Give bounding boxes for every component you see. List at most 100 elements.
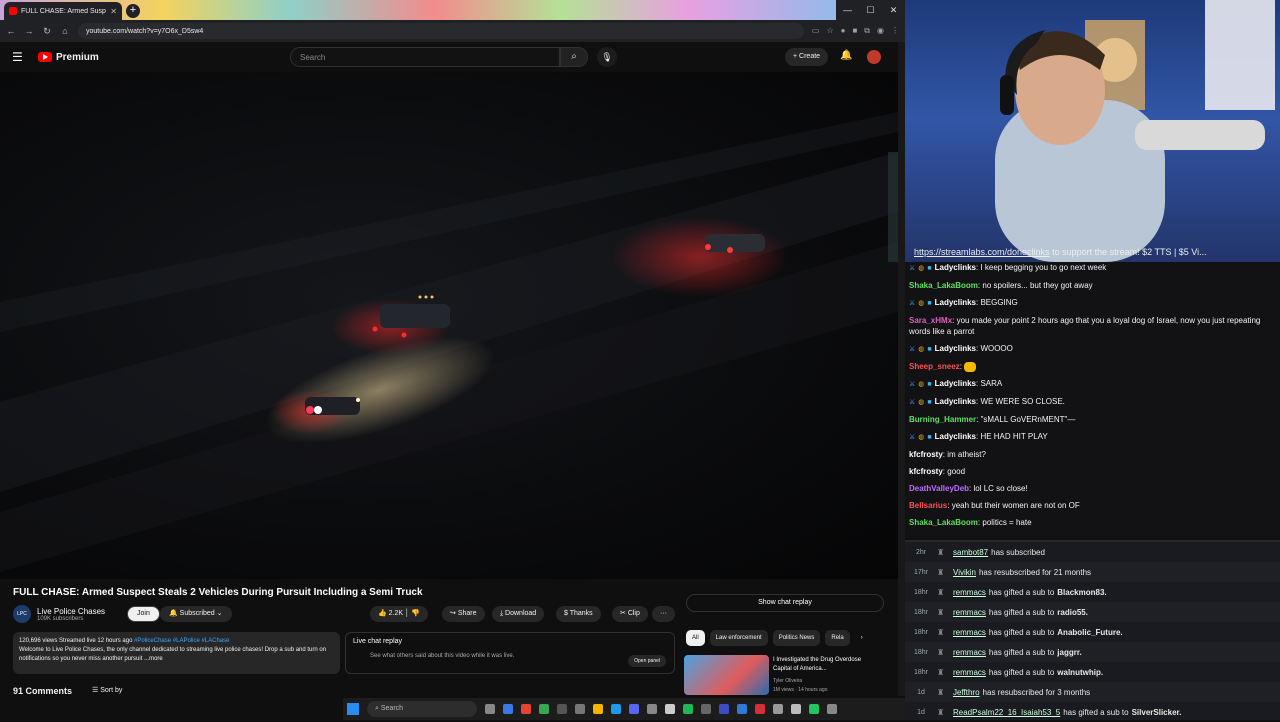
reload-icon[interactable]: ↻ bbox=[42, 26, 52, 37]
channel-name[interactable]: Live Police Chases bbox=[37, 607, 105, 616]
task-view-icon[interactable] bbox=[485, 704, 495, 714]
app-icon[interactable] bbox=[647, 704, 657, 714]
subscribed-button[interactable]: 🔔 Subscribed ⌄ bbox=[160, 606, 232, 622]
chat-username[interactable]: kfcfrosty bbox=[909, 450, 943, 459]
chat-username[interactable]: Ladyclinks bbox=[935, 344, 976, 353]
edge-icon[interactable] bbox=[503, 704, 513, 714]
maximize-icon[interactable]: ☐ bbox=[859, 0, 882, 20]
chat-username[interactable]: DeathValleyDeb bbox=[909, 484, 969, 493]
activity-user[interactable]: remmacs bbox=[953, 608, 986, 617]
recommended-thumbnail[interactable] bbox=[684, 655, 769, 695]
channel-info[interactable]: LPC Live Police Chases 109K subscribers bbox=[13, 605, 105, 623]
chat-username[interactable]: kfcfrosty bbox=[909, 467, 943, 476]
browser-menu-icon[interactable]: ⋮ bbox=[891, 26, 899, 36]
open-panel-button[interactable]: Open panel bbox=[628, 655, 666, 667]
extension-icon[interactable]: ● bbox=[841, 26, 846, 36]
taskbar-search[interactable]: ⌕ Search bbox=[367, 701, 477, 717]
activity-user[interactable]: sambot87 bbox=[953, 548, 988, 557]
sort-by-button[interactable]: ☰ Sort by bbox=[92, 686, 122, 694]
back-icon[interactable]: ← bbox=[6, 26, 16, 36]
profile-icon[interactable]: ◉ bbox=[877, 26, 884, 36]
channel-avatar[interactable]: LPC bbox=[13, 605, 31, 623]
chat-username[interactable]: Sara_xHMx bbox=[909, 316, 952, 325]
chip-related[interactable]: Rela bbox=[825, 630, 850, 646]
extension-icon[interactable]: ■ bbox=[852, 26, 857, 36]
app-icon[interactable] bbox=[719, 704, 729, 714]
search-icon[interactable]: ⌕ bbox=[560, 47, 588, 67]
video-player[interactable] bbox=[0, 72, 898, 579]
app-icon[interactable] bbox=[755, 704, 765, 714]
ticker-link[interactable]: https://streamlabs.com/doneclinks bbox=[914, 247, 1050, 257]
file-explorer-icon[interactable] bbox=[593, 704, 603, 714]
close-tab-icon[interactable]: ✕ bbox=[110, 7, 117, 16]
bookmark-star-icon[interactable]: ☆ bbox=[826, 26, 833, 36]
join-button[interactable]: Join bbox=[127, 606, 160, 622]
chrome-icon[interactable] bbox=[521, 704, 531, 714]
chat-username[interactable]: Burning_Hammer bbox=[909, 415, 976, 424]
activity-user[interactable]: remmacs bbox=[953, 668, 986, 677]
account-avatar[interactable] bbox=[867, 50, 881, 64]
youtube-logo[interactable]: Premium bbox=[38, 52, 99, 63]
activity-user[interactable]: remmacs bbox=[953, 588, 986, 597]
more-link[interactable]: ...more bbox=[144, 656, 163, 662]
app-icon[interactable] bbox=[665, 704, 675, 714]
activity-user[interactable]: Jeffthro bbox=[953, 688, 980, 697]
app-icon[interactable] bbox=[827, 704, 837, 714]
clip-button[interactable]: ✂ Clip bbox=[612, 606, 648, 622]
hamburger-menu-icon[interactable]: ☰ bbox=[12, 50, 32, 64]
thanks-button[interactable]: $ Thanks bbox=[556, 606, 601, 622]
chat-username[interactable]: Bellsarius bbox=[909, 501, 947, 510]
app-icon[interactable] bbox=[701, 704, 711, 714]
home-icon[interactable]: ⌂ bbox=[60, 26, 70, 36]
chip-law-enforcement[interactable]: Law enforcement bbox=[709, 630, 768, 646]
activity-user[interactable]: remmacs bbox=[953, 648, 986, 657]
app-icon[interactable] bbox=[773, 704, 783, 714]
like-button[interactable]: 👍 2.2K │ 👎 bbox=[370, 606, 429, 622]
chat-username[interactable]: Shaka_LakaBoom bbox=[909, 281, 978, 290]
puzzle-icon[interactable]: ⧉ bbox=[864, 26, 870, 36]
more-actions-button[interactable]: ··· bbox=[652, 606, 675, 622]
windows-start-icon[interactable] bbox=[347, 703, 359, 715]
description-box[interactable]: 120,696 views Streamed live 12 hours ago… bbox=[13, 632, 340, 674]
app-icon[interactable] bbox=[575, 704, 585, 714]
chat-username[interactable]: Ladyclinks bbox=[935, 379, 976, 388]
chat-username[interactable]: Sheep_sneez bbox=[909, 362, 960, 371]
app-icon[interactable] bbox=[791, 704, 801, 714]
recommended-title[interactable]: I Investigated the Drug Overdose Capital… bbox=[773, 656, 873, 674]
spotify-icon[interactable] bbox=[683, 704, 693, 714]
recommended-video[interactable]: I Investigated the Drug Overdose Capital… bbox=[684, 655, 884, 695]
app-icon[interactable] bbox=[737, 704, 747, 714]
chrome-alt-icon[interactable] bbox=[539, 704, 549, 714]
url-field[interactable]: youtube.com/watch?v=y7O6x_D5sw4 bbox=[78, 23, 804, 39]
chat-username[interactable]: Ladyclinks bbox=[935, 263, 976, 272]
chip-politics-news[interactable]: Politics News bbox=[772, 630, 821, 646]
microphone-icon[interactable]: 🎙 bbox=[597, 47, 617, 67]
hashtags[interactable]: #PoliceChase #LAPolice #LAChase bbox=[134, 638, 229, 644]
search-input[interactable]: Search bbox=[290, 47, 560, 67]
recommended-channel[interactable]: Tyler Oliveira bbox=[773, 678, 802, 684]
chat-username[interactable]: Ladyclinks bbox=[935, 432, 976, 441]
discord-icon[interactable] bbox=[629, 704, 639, 714]
chat-username[interactable]: Ladyclinks bbox=[935, 298, 976, 307]
browser-tab[interactable]: FULL CHASE: Armed Suspe ✕ bbox=[4, 2, 122, 20]
activity-user[interactable]: remmacs bbox=[953, 628, 986, 637]
app-icon[interactable] bbox=[809, 704, 819, 714]
show-chat-replay-button[interactable]: Show chat replay bbox=[686, 594, 884, 612]
create-button[interactable]: + Create bbox=[785, 48, 829, 66]
new-tab-button[interactable]: + bbox=[126, 4, 140, 18]
minimize-icon[interactable]: — bbox=[836, 0, 859, 20]
chip-all[interactable]: All bbox=[686, 630, 705, 646]
download-button[interactable]: ⤓ Download bbox=[492, 606, 545, 622]
activity-user[interactable]: ReadPsalm22_16_Isaiah53_5 bbox=[953, 708, 1060, 717]
app-icon[interactable] bbox=[557, 704, 567, 714]
share-button[interactable]: ↪ Share bbox=[442, 606, 485, 622]
close-window-icon[interactable]: ✕ bbox=[882, 0, 905, 20]
steam-icon[interactable] bbox=[611, 704, 621, 714]
notifications-bell-icon[interactable]: 🔔 bbox=[840, 50, 852, 61]
chat-username[interactable]: Ladyclinks bbox=[935, 397, 976, 406]
page-scrollbar[interactable] bbox=[898, 42, 905, 696]
cast-icon[interactable]: ▭ bbox=[812, 26, 820, 36]
activity-user[interactable]: Vivikin bbox=[953, 568, 976, 577]
forward-icon[interactable]: → bbox=[24, 26, 34, 36]
chevron-right-icon[interactable]: › bbox=[855, 630, 869, 646]
